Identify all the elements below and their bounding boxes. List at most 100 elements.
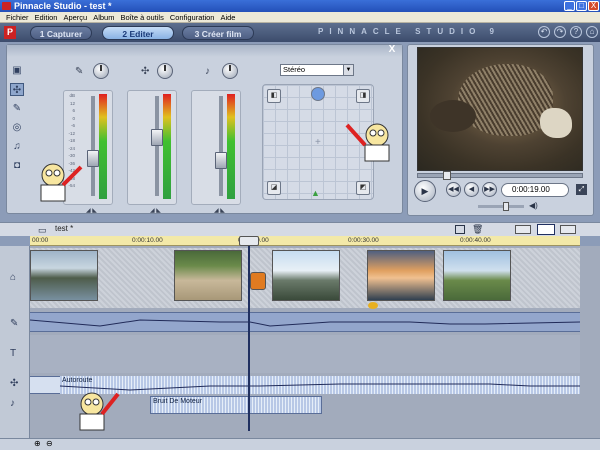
toolbox-close-button[interactable]: X (385, 44, 399, 56)
menu-bar: Fichier Edition Aperçu Album Boîte à out… (0, 12, 600, 23)
time-ruler[interactable]: 00:00 0:00:10.00 0:00:20.00 0:00:30.00 0… (30, 236, 580, 246)
toolbox-header (7, 45, 402, 57)
help-icon[interactable]: ? (570, 26, 582, 38)
project-icon: ▭ (38, 225, 47, 235)
volume-fader-video[interactable] (87, 149, 99, 167)
tab-capturer[interactable]: 1 Capturer (30, 26, 92, 40)
sfx-channel-icon: ✣ (141, 66, 150, 77)
ruler-tick: 00:00 (32, 237, 49, 244)
zoom-out-icon[interactable]: ⊖ (46, 439, 53, 448)
maximize-button[interactable]: □ (576, 1, 587, 11)
razor-icon[interactable] (455, 225, 465, 234)
zoom-in-icon[interactable]: ⊕ (34, 439, 41, 448)
timeline-scrollbar[interactable]: ⊕ ⊖ (0, 438, 600, 450)
output-mode-select[interactable]: Stéréo ▼ (280, 64, 354, 76)
sfx-track-icon[interactable]: ✣ (10, 378, 18, 389)
center-cross-icon: + (315, 137, 321, 148)
home-icon[interactable]: ⌂ (586, 26, 598, 38)
music-icon[interactable]: ♫ (10, 140, 24, 153)
close-button[interactable]: X (588, 1, 599, 11)
speaker-front-right-icon: ◨ (356, 89, 370, 103)
ruler-tick: 0:00:40.00 (460, 237, 491, 244)
audio-track-icon[interactable]: ✎ (10, 318, 18, 329)
tab-editer[interactable]: 2 Editer (102, 26, 174, 40)
audio-mixer-icon[interactable]: ✣ (10, 83, 24, 96)
volume-fader-music[interactable] (215, 151, 227, 169)
fade-in-icon[interactable]: ◢ ◣ (86, 207, 97, 214)
pan-position-handle[interactable] (311, 87, 325, 101)
title-track[interactable] (30, 335, 580, 373)
playhead[interactable] (248, 236, 250, 431)
fader-track-video (91, 96, 95, 196)
video-preview (417, 47, 583, 171)
tab-creer-film[interactable]: 3 Créer film (182, 26, 254, 40)
window-title: Pinnacle Studio - test * (14, 1, 112, 11)
scrubber-bar[interactable] (417, 173, 583, 178)
chevron-down-icon[interactable]: ▼ (343, 65, 353, 75)
text-view-icon[interactable] (560, 225, 576, 234)
music-volume-curve[interactable] (60, 376, 580, 394)
trash-icon[interactable]: 🗑 (472, 224, 483, 235)
undo-icon[interactable]: ↶ (538, 26, 550, 38)
playhead-handle[interactable] (239, 236, 259, 246)
fullscreen-icon[interactable]: ⤢ (576, 184, 587, 195)
video-clip-4[interactable] (367, 250, 435, 301)
balance-knob-video[interactable] (93, 63, 109, 79)
fade-in-icon[interactable]: ◢ ◣ (214, 207, 225, 214)
step-back-button[interactable]: ◀ (464, 182, 479, 197)
speaker-rear-right-icon: ◩ (356, 181, 370, 195)
balance-knob-sfx[interactable] (157, 63, 173, 79)
video-clip-1[interactable] (30, 250, 98, 301)
audio-volume-curve[interactable] (30, 312, 580, 332)
rewind-button[interactable]: ◀◀ (446, 182, 461, 197)
video-clip-5[interactable] (443, 250, 511, 301)
timeline-toolbar (0, 222, 600, 236)
ruler-tick: 0:00:30.00 (348, 237, 379, 244)
minimize-button[interactable]: _ (564, 1, 575, 11)
title-track-icon[interactable]: T (10, 348, 16, 359)
video-clip-3[interactable] (272, 250, 340, 301)
leaf (540, 108, 572, 138)
play-button[interactable]: ▶ (414, 180, 436, 202)
pinnacle-logo: P (4, 26, 16, 39)
menu-apercu[interactable]: Aperçu (60, 12, 90, 22)
cd-audio-icon[interactable]: ◎ (10, 121, 24, 134)
music-channel-icon: ♪ (205, 66, 210, 77)
timeline-view-icon[interactable] (537, 224, 555, 235)
sound-effects-icon[interactable]: ◘ (10, 159, 24, 172)
volume-handle[interactable] (503, 202, 509, 211)
storyboard-view-icon[interactable] (515, 225, 531, 234)
menu-aide[interactable]: Aide (217, 12, 238, 22)
output-mode-value: Stéréo (283, 65, 306, 74)
level-meter-music (227, 94, 235, 199)
sfx-clip[interactable]: Bruit De Moteur (150, 396, 322, 414)
video-toolbox-icon[interactable]: ▣ (10, 64, 24, 77)
menu-fichier[interactable]: Fichier (3, 12, 32, 22)
transition-marker[interactable] (250, 272, 266, 290)
balance-knob-music[interactable] (222, 63, 238, 79)
video-track-icon[interactable]: ⌂ (10, 272, 16, 283)
video-clip-2[interactable] (174, 250, 242, 301)
fader-track-music (219, 96, 223, 196)
speaker-front-left-icon: ◧ (267, 89, 281, 103)
scrubber-handle[interactable] (443, 171, 451, 180)
menu-configuration[interactable]: Configuration (167, 12, 218, 22)
music-track-icon[interactable]: ♪ (10, 398, 15, 409)
volume-fader-sfx[interactable] (151, 129, 163, 147)
ffwd-button[interactable]: ▶▶ (482, 182, 497, 197)
menu-boite-a-outils[interactable]: Boîte à outils (117, 12, 166, 22)
speaker-icon[interactable]: ◀) (529, 201, 538, 210)
voiceover-icon[interactable]: ✎ (10, 102, 24, 115)
menu-edition[interactable]: Edition (32, 12, 61, 22)
redo-icon[interactable]: ↷ (554, 26, 566, 38)
effect-badge[interactable] (368, 302, 378, 309)
ruler-tick: 0:00:10.00 (132, 237, 163, 244)
mascot-pointer-icon (79, 392, 120, 431)
fade-in-icon[interactable]: ◢ ◣ (150, 207, 161, 214)
timecode-display[interactable]: 0:00:19.00 (501, 183, 569, 197)
menu-album[interactable]: Album (90, 12, 117, 22)
title-bar: Pinnacle Studio - test * (0, 0, 600, 12)
volume-slider[interactable] (478, 205, 524, 208)
mascot-pointer-icon (40, 163, 83, 202)
listener-icon: ▲ (311, 188, 320, 198)
